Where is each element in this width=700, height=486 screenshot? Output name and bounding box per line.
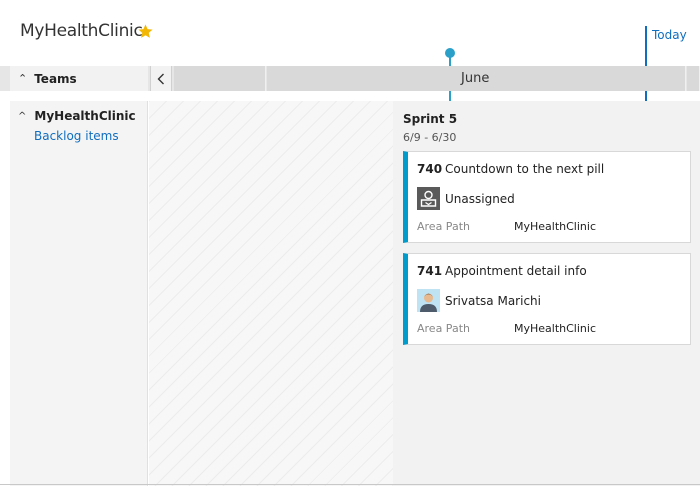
field-value: MyHealthClinic bbox=[514, 322, 596, 335]
month-label: June bbox=[461, 71, 490, 86]
assignee-name[interactable]: Srivatsa Marichi bbox=[445, 294, 541, 308]
chevron-left-icon bbox=[157, 73, 164, 84]
today-label[interactable]: Today bbox=[652, 28, 687, 42]
star-icon[interactable] bbox=[137, 23, 154, 40]
sprint-name: Sprint 5 bbox=[403, 112, 458, 126]
bottom-divider bbox=[0, 484, 700, 485]
team-name: MyHealthClinic bbox=[34, 109, 136, 123]
caret-up-icon[interactable]: ^ bbox=[18, 111, 26, 122]
collapse-all-icon[interactable]: ⌃ bbox=[18, 72, 27, 85]
timeline-header: ⌃ Teams bbox=[0, 66, 700, 91]
sprint-column: Sprint 5 6/9 - 6/30 740 Countdown to the… bbox=[393, 101, 700, 486]
work-item-card[interactable]: 741 Appointment detail info Srivatsa Mar… bbox=[403, 253, 691, 345]
field-label: Area Path bbox=[417, 220, 470, 233]
sprint-dates: 6/9 - 6/30 bbox=[403, 131, 457, 144]
work-item-id: 740 bbox=[417, 162, 443, 176]
team-row[interactable]: ^ MyHealthClinic bbox=[18, 109, 136, 123]
user-avatar-icon bbox=[417, 289, 440, 312]
assignee-name[interactable]: Unassigned bbox=[445, 192, 515, 206]
previous-button[interactable] bbox=[150, 66, 172, 91]
work-item-title[interactable]: Countdown to the next pill bbox=[445, 162, 604, 176]
teams-label: Teams bbox=[34, 71, 77, 86]
work-item-card[interactable]: 740 Countdown to the next pill Unassigne… bbox=[403, 151, 691, 243]
page-title: MyHealthClinic bbox=[20, 21, 143, 41]
work-item-id: 741 bbox=[417, 264, 443, 278]
unassigned-avatar-icon bbox=[417, 187, 440, 210]
backlog-items-link[interactable]: Backlog items bbox=[34, 129, 119, 143]
work-item-title[interactable]: Appointment detail info bbox=[445, 264, 587, 278]
month-segment bbox=[174, 66, 266, 91]
field-value: MyHealthClinic bbox=[514, 220, 596, 233]
field-label: Area Path bbox=[417, 322, 470, 335]
team-panel: ^ MyHealthClinic Backlog items bbox=[10, 101, 148, 486]
month-segment bbox=[687, 66, 700, 91]
past-timeline-area bbox=[149, 101, 393, 486]
teams-header[interactable]: ⌃ Teams bbox=[10, 66, 148, 91]
